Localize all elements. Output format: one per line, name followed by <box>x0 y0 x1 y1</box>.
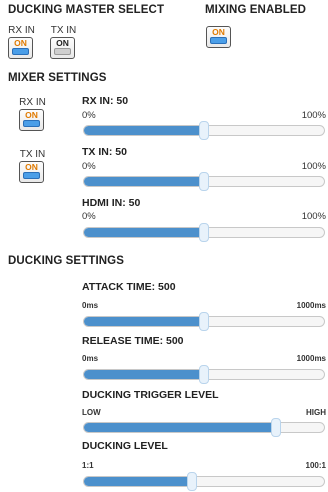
attack-time-max-label: 1000ms <box>296 301 326 310</box>
rx-in-max-label: 100% <box>301 110 326 121</box>
hdmi-in-slider-label: HDMI IN: 50 <box>82 197 141 209</box>
slider-fill <box>84 228 204 237</box>
tx-in-slider[interactable] <box>83 172 325 191</box>
ducking-master-rx-toggle[interactable]: ON <box>8 37 33 59</box>
hdmi-in-max-label: 100% <box>301 211 326 222</box>
ducking-settings-title: DUCKING SETTINGS <box>8 255 124 267</box>
ducking-master-rx-caption: RX IN <box>8 25 35 36</box>
mixer-tx-caption: TX IN <box>19 149 46 160</box>
slider-fill <box>84 370 204 379</box>
rx-in-slider[interactable] <box>83 121 325 140</box>
slider-fill <box>84 126 204 135</box>
toggle-indicator <box>12 48 29 55</box>
toggle-indicator <box>54 48 71 55</box>
release-time-min-label: 0ms <box>82 354 99 363</box>
ducking-trigger-level-slider[interactable] <box>83 418 325 437</box>
slider-fill <box>84 477 192 486</box>
slider-handle[interactable] <box>187 472 197 491</box>
hdmi-in-slider[interactable] <box>83 223 325 242</box>
mixer-rx-toggle[interactable]: ON <box>19 109 44 131</box>
hdmi-in-min-label: 0% <box>82 211 96 222</box>
rx-in-slider-label: RX IN: 50 <box>82 95 129 107</box>
slider-fill <box>84 423 276 432</box>
mixing-enabled-group: ON <box>206 26 233 48</box>
attack-time-slider[interactable] <box>83 312 325 331</box>
ducking-master-tx-caption: TX IN <box>50 25 77 36</box>
toggle-state-label: ON <box>25 162 38 172</box>
release-time-label: RELEASE TIME: 500 <box>82 335 184 347</box>
rx-in-min-label: 0% <box>82 110 96 121</box>
attack-time-min-label: 0ms <box>82 301 99 310</box>
mixer-rx-caption: RX IN <box>19 97 46 108</box>
toggle-state-label: ON <box>212 27 225 37</box>
tx-in-max-label: 100% <box>301 161 326 172</box>
toggle-indicator <box>23 120 40 127</box>
mixer-settings-title: MIXER SETTINGS <box>8 72 107 84</box>
release-time-max-label: 1000ms <box>296 354 326 363</box>
attack-time-label: ATTACK TIME: 500 <box>82 281 176 293</box>
slider-handle[interactable] <box>199 121 209 140</box>
ducking-trigger-level-label: DUCKING TRIGGER LEVEL <box>82 389 219 401</box>
release-time-slider[interactable] <box>83 365 325 384</box>
slider-fill <box>84 177 204 186</box>
slider-handle[interactable] <box>199 365 209 384</box>
toggle-state-label: ON <box>56 38 69 48</box>
ducking-level-min-label: 1:1 <box>82 461 94 470</box>
toggle-indicator <box>210 37 227 44</box>
ducking-master-select-title: DUCKING MASTER SELECT <box>8 4 165 16</box>
mixing-enabled-title: MIXING ENABLED <box>205 4 307 16</box>
slider-handle[interactable] <box>199 172 209 191</box>
ducking-level-label: DUCKING LEVEL <box>82 440 168 452</box>
ducking-level-max-label: 100:1 <box>305 461 326 470</box>
ducking-master-rx-group: RX IN ON <box>8 25 35 59</box>
tx-in-min-label: 0% <box>82 161 96 172</box>
ducking-master-tx-group: TX IN ON <box>50 25 77 59</box>
slider-handle[interactable] <box>199 223 209 242</box>
slider-handle[interactable] <box>199 312 209 331</box>
tx-in-slider-label: TX IN: 50 <box>82 146 127 158</box>
slider-fill <box>84 317 204 326</box>
mixer-rx-group: RX IN ON <box>19 97 46 131</box>
mixer-tx-group: TX IN ON <box>19 149 46 183</box>
toggle-indicator <box>23 172 40 179</box>
ducking-master-tx-toggle[interactable]: ON <box>50 37 75 59</box>
mixer-tx-toggle[interactable]: ON <box>19 161 44 183</box>
ducking-trigger-max-label: HIGH <box>306 408 326 417</box>
slider-handle[interactable] <box>271 418 281 437</box>
mixing-enabled-toggle[interactable]: ON <box>206 26 231 48</box>
ducking-trigger-min-label: LOW <box>82 408 101 417</box>
ducking-level-slider[interactable] <box>83 472 325 491</box>
toggle-state-label: ON <box>25 110 38 120</box>
toggle-state-label: ON <box>14 38 27 48</box>
